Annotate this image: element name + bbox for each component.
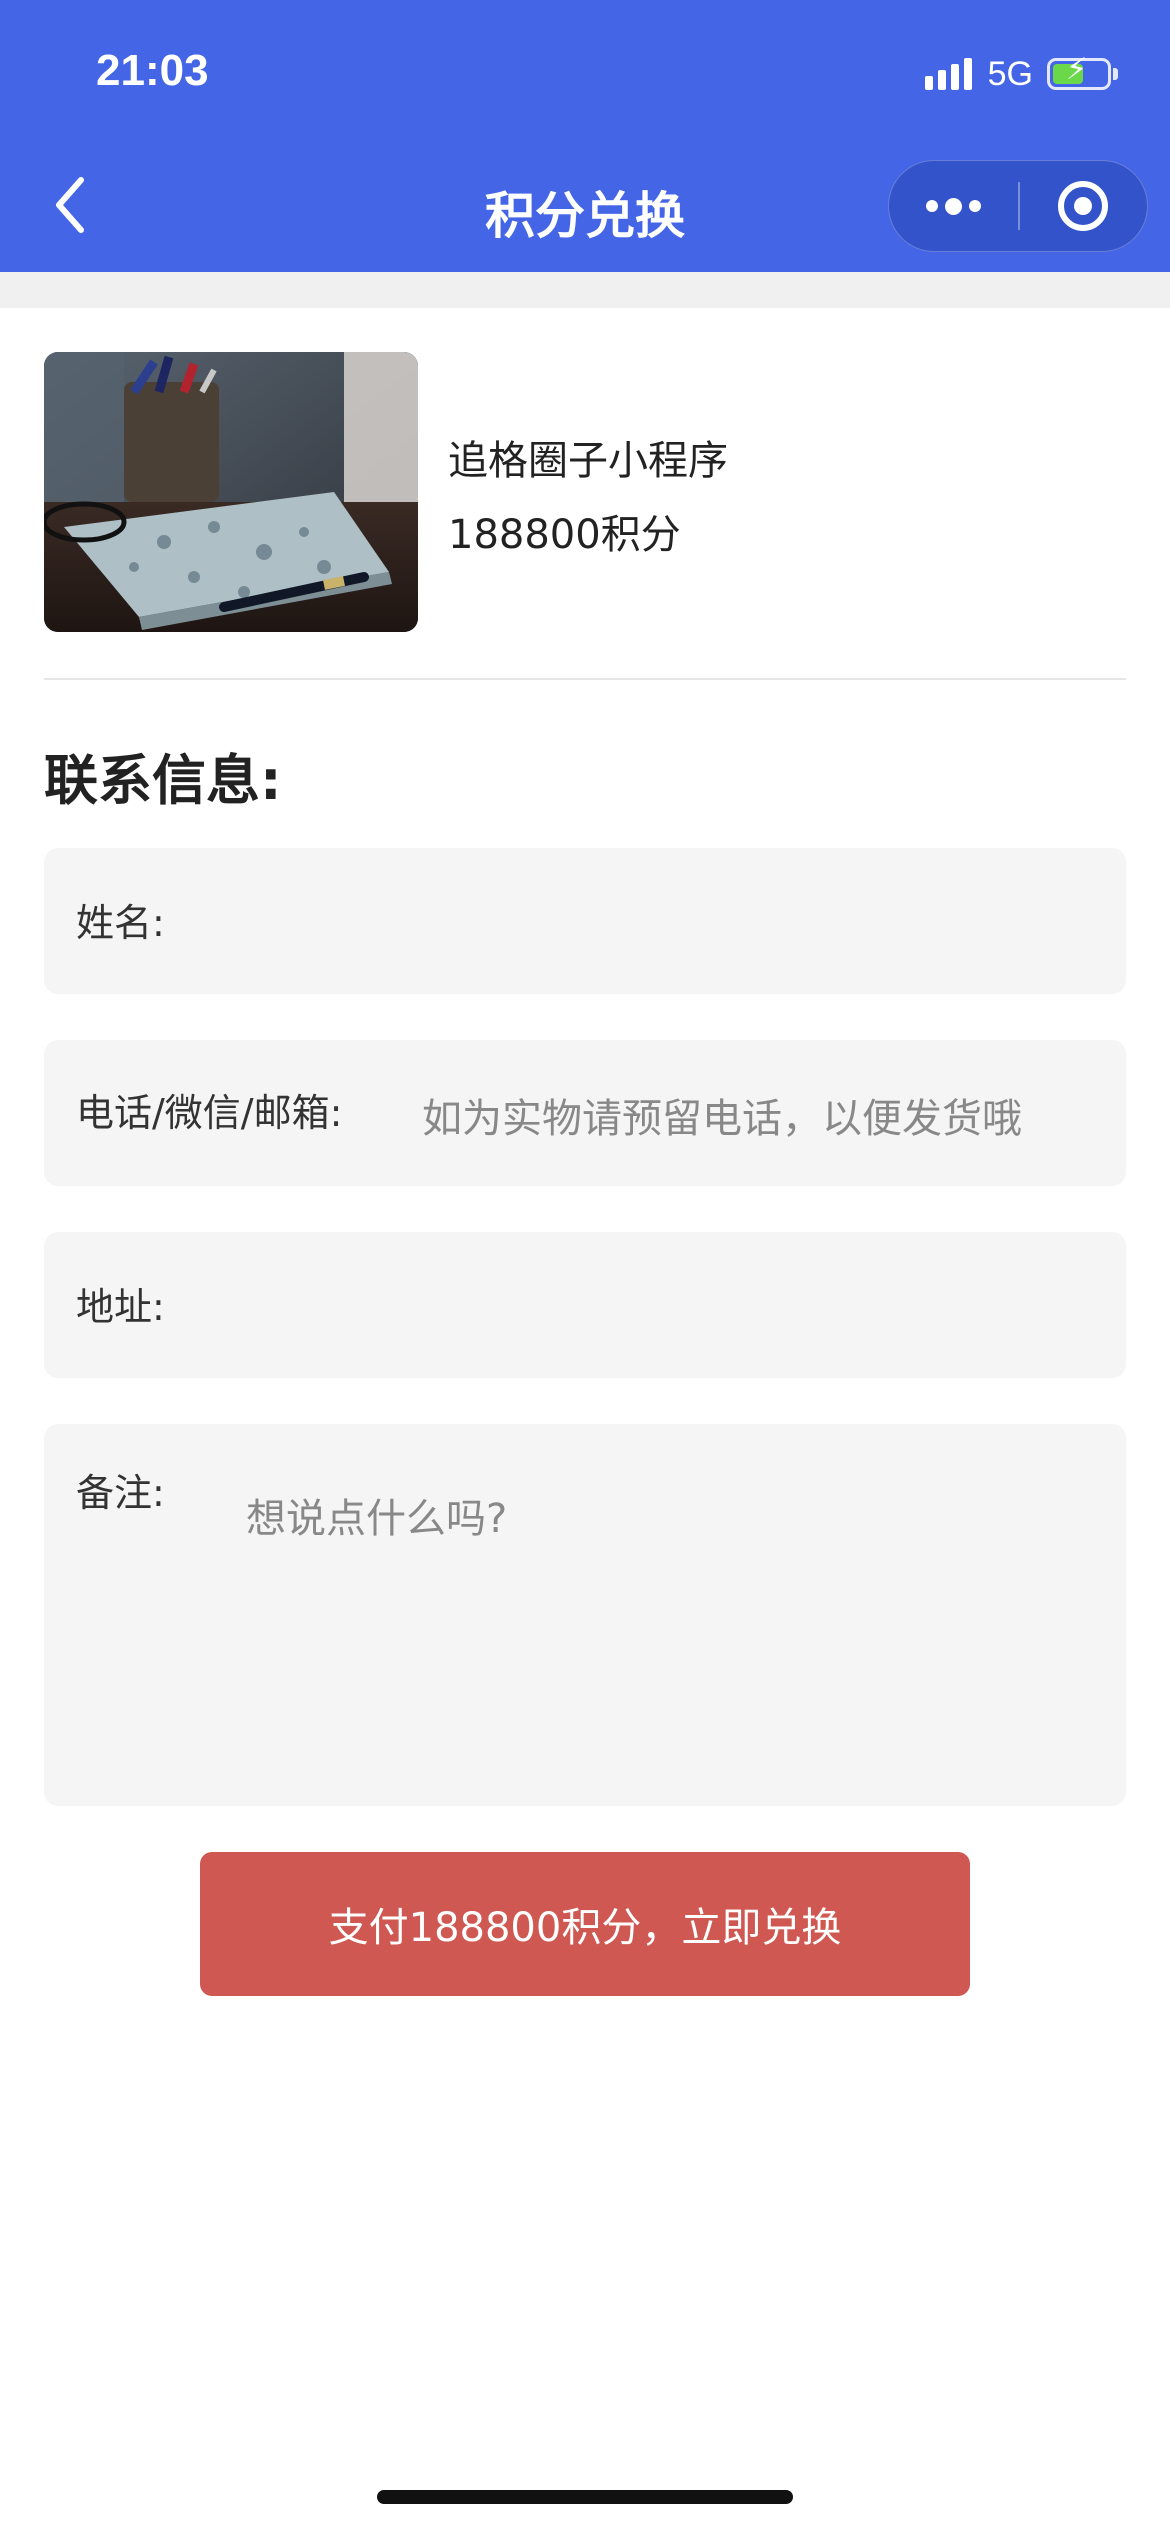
address-label: 地址: (76, 1285, 165, 1329)
status-icons: 5G ⚡ (924, 52, 1118, 96)
contact-placeholder: 如为实物请预留电话，以便发货哦 (422, 1096, 1022, 1142)
contact-section-title: 联系信息: (44, 749, 282, 812)
more-dots-icon (926, 200, 938, 212)
close-miniprogram-button[interactable] (1020, 161, 1147, 251)
product-card: 追格圈子小程序 188800积分 (44, 352, 1126, 632)
contact-field[interactable]: 电话/微信/邮箱: 如为实物请预留电话，以便发货哦 (44, 1040, 1126, 1186)
remark-label: 备注: (76, 1471, 165, 1515)
contact-label: 电话/微信/邮箱: (76, 1091, 343, 1135)
separator-strip (0, 272, 1170, 308)
remark-placeholder: 想说点什么吗? (246, 1496, 508, 1542)
more-button[interactable] (889, 161, 1018, 251)
name-label: 姓名: (76, 901, 165, 945)
network-type: 5G (987, 54, 1033, 93)
product-name: 追格圈子小程序 (448, 438, 728, 484)
redeem-button[interactable]: 支付188800积分，立即兑换 (200, 1852, 970, 1996)
status-time: 21:03 (96, 46, 209, 95)
mini-program-capsule (888, 160, 1148, 252)
product-points: 188800积分 (448, 512, 681, 558)
battery-icon: ⚡ (1047, 55, 1111, 90)
remark-field[interactable]: 备注: 想说点什么吗? (44, 1424, 1126, 1806)
name-field[interactable]: 姓名: (44, 848, 1126, 994)
signal-icon (924, 58, 972, 90)
top-bar: 21:03 5G ⚡ 积分兑换 (0, 0, 1170, 272)
product-image (44, 352, 418, 632)
divider (44, 678, 1126, 680)
target-icon (1058, 181, 1109, 231)
address-field[interactable]: 地址: (44, 1232, 1126, 1378)
home-indicator (377, 2490, 793, 2504)
